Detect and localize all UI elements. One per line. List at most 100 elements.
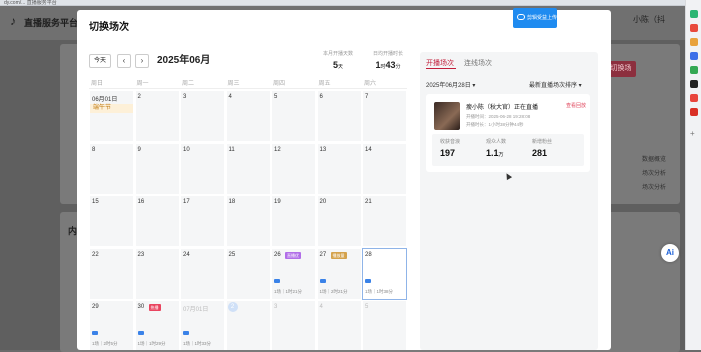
calendar-day-number: 13 [319,146,327,153]
tab-live-sessions[interactable]: 开播场次 [426,58,454,68]
calendar-day-cell[interactable]: 18 [225,195,271,247]
tab-link-sessions[interactable]: 连线场次 [464,58,492,68]
calendar-day-cell[interactable]: 13 [316,142,362,195]
stat-value: 1时43分 [375,60,401,70]
extension-icon[interactable] [690,52,698,60]
upload-button[interactable]: 剪辑受益上传 [513,8,557,28]
calendar-day-number: 2 [137,94,141,100]
date-select[interactable]: 2025年06月28日 ▾ [426,80,475,89]
calendar-day-cell[interactable]: 3 [180,90,225,142]
background-side-link: 场次分析 [642,185,667,191]
holiday-label: 端午节 [90,104,133,113]
upload-button-label: 剪辑受益上传 [527,15,558,21]
extension-icon[interactable] [690,66,698,74]
day-session-summary: 1场｜1时38分 [365,288,394,294]
calendar-day-cell[interactable]: 5 [362,300,407,350]
calendar-day-cell[interactable]: 22 [89,247,134,300]
calendar-day-cell[interactable]: 2 [134,90,180,142]
calendar-day-cell[interactable]: 3 [271,300,316,350]
calendar-day-cell[interactable]: 25 [225,247,271,300]
calendar-day-number: 29 [92,304,99,310]
calendar-day-cell[interactable]: 15 [89,195,134,247]
session-start-time: 开播时间：2025-06-28 19:28:08 [466,114,531,119]
session-cover-avatar [434,102,460,130]
session-card[interactable]: 瘦小陈（秋大官）正在直播 查看回放 开播时间：2025-06-28 19:28:… [426,94,590,172]
weekday-label: 周四 [273,81,286,87]
sort-select[interactable]: 最新直播场次排序 ▾ [529,80,582,89]
calendar-day-number: 23 [137,251,145,258]
add-icon[interactable]: + [690,130,698,138]
calendar-day-cell[interactable]: 10 [180,142,225,195]
calendar-day-cell[interactable]: 23 [134,247,180,300]
video-camera-icon [183,331,189,335]
calendar-day-cell[interactable]: 30 热播 1场｜1时29分 [134,300,180,350]
metric-label: 观众人数 [486,139,507,145]
session-panel: 开播场次 连线场次 2025年06月28日 ▾ 最新直播场次排序 ▾ 瘦小陈（秋… [420,52,598,350]
calendar-day-cell[interactable]: 14 [362,142,407,195]
calendar-day-number: 22 [92,251,99,258]
calendar-day-cell[interactable]: 2 [225,300,271,350]
extension-icon[interactable] [690,10,698,18]
calendar-day-cell[interactable]: 9 [134,142,180,195]
day-session-summary: 1场｜2时21分 [319,288,348,294]
calendar-day-number: 3 [183,94,187,100]
calendar-day-number: 20 [319,199,327,205]
prev-month-button[interactable]: ‹ [117,54,131,68]
calendar-day-number: 25 [228,251,236,258]
weekday-label: 周一 [136,81,149,87]
calendar-day-cell[interactable]: 4 [316,300,362,350]
day-tag-badge: 播放量 [330,251,347,259]
calendar-day-number: 11 [228,146,235,153]
browser-extension-rail: + [685,0,701,350]
weekday-label: 周三 [227,81,240,87]
calendar-day-number: 30 [137,304,145,310]
calendar-day-cell[interactable]: 5 [271,90,316,142]
metric-value: 1.1万 [486,148,504,158]
calendar-day-cell[interactable]: 19 [271,195,316,247]
extension-icon[interactable] [690,38,698,46]
calendar-day-cell[interactable]: 7 [362,90,407,142]
calendar-day-cell[interactable]: 07月01日 1场｜1时33分 [180,300,225,350]
stat-value: 5天 [332,60,344,70]
today-button[interactable]: 今天 [89,54,111,68]
metric-new-fans: 新增粉丝 281 [532,138,552,158]
weekday-label: 周二 [182,81,195,87]
calendar-day-number: 10 [183,146,190,153]
calendar-day-cell[interactable]: 26 直播优 1场｜1时21分 [271,247,316,300]
switch-session-modal: 切换场次 今天 ‹ › 2025年06月 本月开播天数 5天 日均开播时长 1时… [77,10,611,350]
calendar-day-cell[interactable]: 4 [225,90,271,142]
day-session-summary: 1场｜1时21分 [274,288,303,294]
video-camera-icon [137,331,144,335]
calendar-day-cell[interactable]: 6 [316,90,362,142]
calendar-day-number: 14 [365,146,372,153]
extension-icon[interactable] [690,80,698,88]
next-month-button[interactable]: › [135,54,149,68]
calendar-day-number: 5 [365,304,369,310]
video-camera-icon [92,331,98,335]
calendar-day-cell[interactable]: 12 [271,142,316,195]
calendar-day-number: 8 [92,146,96,153]
calendar-day-number: 15 [92,199,99,205]
stat-label: 日均开播时长 [373,51,404,57]
day-session-summary: 1场｜1时29分 [137,341,166,346]
calendar-day-cell[interactable]: 11 [225,142,271,195]
view-replay-link[interactable]: 查看回放 [566,102,586,109]
video-camera-icon [319,278,326,283]
background-side-link: 数据概览 [642,157,667,163]
calendar-day-cell[interactable]: 27 播放量 1场｜2时21分 [316,247,362,300]
calendar-day-cell[interactable]: 28 1场｜1时38分 [362,247,407,300]
calendar-day-cell[interactable]: 21 [362,195,407,247]
calendar-day-cell[interactable]: 24 [180,247,225,300]
extension-icon[interactable] [690,24,698,32]
calendar-day-cell[interactable]: 8 [89,142,134,195]
ai-assistant-icon[interactable]: Ai [661,244,679,262]
calendar-day-cell[interactable]: 06月01日 端午节 [89,90,134,142]
extension-icon[interactable] [690,94,698,102]
calendar-day-number: 7 [365,94,369,100]
mouse-cursor-icon [503,171,513,181]
calendar-day-cell[interactable]: 16 [134,195,180,247]
extension-icon[interactable] [690,108,698,116]
calendar-day-cell[interactable]: 29 1场｜2时5分 [89,300,134,350]
calendar-day-cell[interactable]: 17 [180,195,225,247]
calendar-day-cell[interactable]: 20 [316,195,362,247]
